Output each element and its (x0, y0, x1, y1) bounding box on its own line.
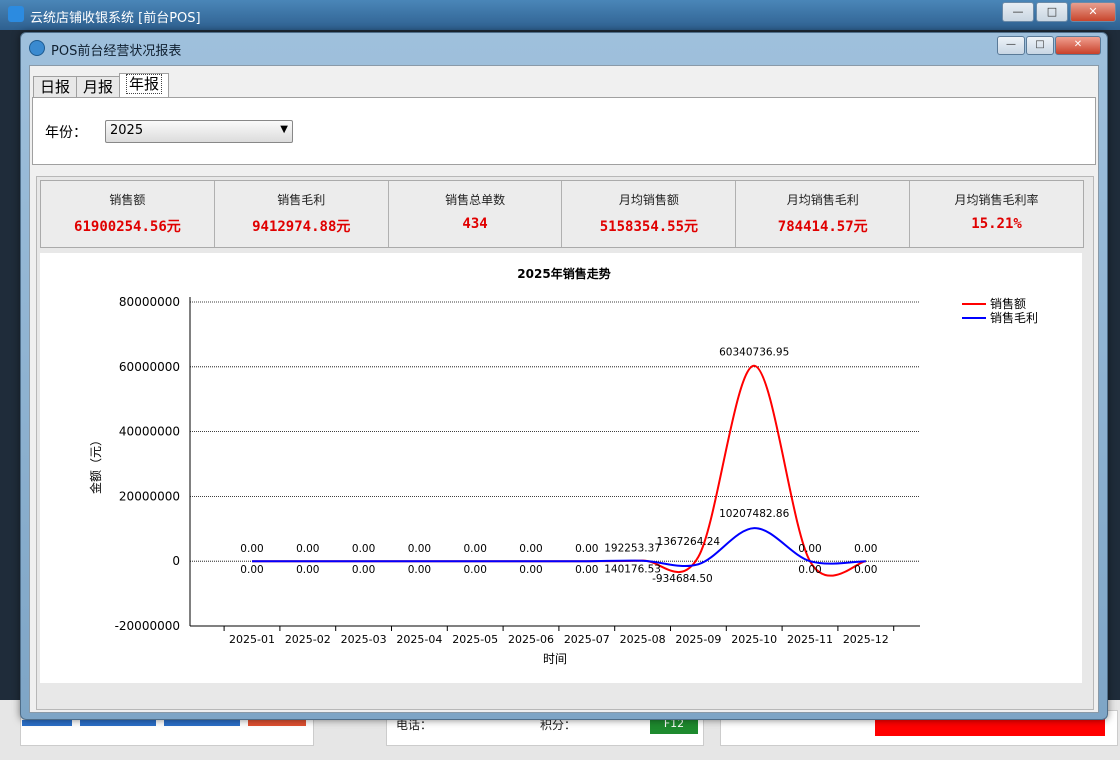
stat-value: 5158354.55元 (599, 219, 699, 235)
data-label: 0.00 (798, 564, 821, 576)
data-label: 192253.37 (604, 543, 661, 555)
footer-button[interactable] (248, 720, 306, 726)
year-select-value: 2025 (110, 123, 144, 138)
legend-label: 销售额 (990, 296, 1026, 311)
data-label: 0.00 (575, 543, 598, 555)
x-tick-label: 2025-06 (508, 633, 554, 646)
stat-value: 784414.57元 (777, 219, 868, 235)
x-tick-label: 2025-08 (620, 633, 666, 646)
y-tick-label: 80000000 (119, 295, 180, 309)
data-label: 0.00 (240, 564, 263, 576)
x-tick-label: 2025-12 (843, 633, 889, 646)
stat-label: 销售毛利 (277, 193, 326, 207)
close-icon[interactable]: ✕ (1070, 2, 1116, 22)
background-window-title: 云统店铺收银系统 [前台POS] (30, 11, 201, 26)
filter-panel: 年份： 2025 ▼ (32, 97, 1096, 165)
data-label: 0.00 (464, 543, 487, 555)
stat-label: 销售额 (109, 193, 146, 207)
tab-monthly[interactable]: 月报 (76, 76, 121, 98)
x-tick-label: 2025-02 (285, 633, 331, 646)
stat-gross-profit: 销售毛利 9412974.88元 (215, 181, 389, 247)
stat-order-count: 销售总单数 434 (389, 181, 563, 247)
stat-label: 月均销售额 (618, 193, 679, 207)
data-label: 0.00 (352, 564, 375, 576)
stat-monthly-avg-sales: 月均销售额 5158354.55元 (562, 181, 737, 247)
minimize-icon[interactable]: — (997, 36, 1025, 55)
stat-value: 61900254.56元 (74, 219, 181, 235)
data-label: 0.00 (296, 564, 319, 576)
x-tick-label: 2025-03 (341, 633, 387, 646)
tab-yearly-label: 年报 (126, 74, 163, 94)
stat-value: 9412974.88元 (252, 219, 351, 235)
chevron-down-icon[interactable]: ▼ (280, 124, 288, 135)
y-axis-title: 金额（元） (88, 434, 103, 494)
x-tick-label: 2025-11 (787, 633, 833, 646)
data-label: 0.00 (240, 543, 263, 555)
data-label: 0.00 (519, 543, 542, 555)
tab-daily[interactable]: 日报 (33, 76, 78, 98)
dialog-window-controls: — □ ✕ (996, 36, 1101, 55)
year-label: 年份： (45, 125, 87, 141)
maximize-icon[interactable]: □ (1036, 2, 1068, 22)
y-tick-label: 0 (172, 554, 180, 568)
data-label: 0.00 (854, 543, 877, 555)
summary-stats: 销售额 61900254.56元 销售毛利 9412974.88元 销售总单数 … (40, 180, 1084, 248)
stat-sales: 销售额 61900254.56元 (41, 181, 215, 247)
y-tick-label: -20000000 (115, 619, 180, 633)
stat-value: 15.21% (971, 216, 1022, 232)
minimize-icon[interactable]: — (1002, 2, 1034, 22)
data-label: 0.00 (408, 543, 431, 555)
x-axis-title: 时间 (543, 652, 567, 666)
report-tabs: 日报 月报 年报 (33, 73, 170, 98)
data-label: 0.00 (296, 543, 319, 555)
app-icon (8, 6, 24, 22)
chart-svg: 2025年销售走势 -20000000 0 20000000 40000000 60000… (88, 266, 1038, 666)
stat-monthly-margin-rate: 月均销售毛利率 15.21% (910, 181, 1083, 247)
data-label: 0.00 (519, 564, 542, 576)
report-icon (29, 40, 45, 56)
dialog-client-area: 日报 月报 年报 年份： 2025 ▼ 销售额 61900254.56元 销售毛… (29, 65, 1099, 713)
footer-button[interactable] (80, 720, 156, 726)
series-line-1 (252, 527, 866, 568)
x-tick-label: 2025-01 (229, 633, 275, 646)
stat-value: 434 (462, 216, 488, 232)
x-tick-label: 2025-04 (396, 633, 442, 646)
data-label: 0.00 (464, 564, 487, 576)
x-tick-label: 2025-05 (452, 633, 498, 646)
background-window-controls: — □ ✕ (1000, 2, 1116, 22)
sales-trend-chart: 2025年销售走势 -20000000 0 20000000 40000000 60000… (40, 253, 1082, 683)
data-label: 0.00 (798, 543, 821, 555)
chart-title: 2025年销售走势 (517, 266, 610, 281)
stat-monthly-avg-profit: 月均销售毛利 784414.57元 (736, 181, 911, 247)
stat-label: 月均销售毛利 (786, 193, 859, 207)
data-label: 0.00 (575, 564, 598, 576)
legend-label: 销售毛利 (990, 310, 1038, 325)
y-tick-label: 20000000 (119, 489, 180, 503)
report-area: 销售额 61900254.56元 销售毛利 9412974.88元 销售总单数 … (36, 176, 1094, 710)
data-label: 0.00 (408, 564, 431, 576)
footer-button[interactable] (22, 720, 72, 726)
maximize-icon[interactable]: □ (1026, 36, 1054, 55)
background-window-titlebar: 云统店铺收银系统 [前台POS] — □ ✕ (0, 0, 1120, 30)
series-line-0 (252, 364, 867, 577)
x-tick-label: 2025-07 (564, 633, 610, 646)
y-tick-label: 40000000 (119, 425, 180, 439)
year-select[interactable]: 2025 ▼ (105, 120, 293, 143)
y-tick-label: 60000000 (119, 360, 180, 374)
data-label: 0.00 (854, 564, 877, 576)
data-label: 0.00 (352, 543, 375, 555)
stat-label: 销售总单数 (445, 193, 506, 207)
x-tick-label: 2025-10 (731, 633, 777, 646)
data-label: -934684.50 (652, 573, 713, 585)
tab-yearly[interactable]: 年报 (119, 73, 170, 98)
report-dialog: POS前台经营状况报表 — □ ✕ 日报 月报 年报 年份： 2025 ▼ 销售… (20, 32, 1108, 720)
footer-button[interactable] (164, 720, 240, 726)
dialog-title: POS前台经营状况报表 (51, 44, 182, 59)
x-tick-label: 2025-09 (675, 633, 721, 646)
data-label: 10207482.86 (719, 508, 789, 520)
close-icon[interactable]: ✕ (1055, 36, 1101, 55)
data-label: 60340736.95 (719, 347, 789, 359)
stat-label: 月均销售毛利率 (954, 193, 1039, 207)
data-label: 1367264.24 (657, 536, 721, 548)
